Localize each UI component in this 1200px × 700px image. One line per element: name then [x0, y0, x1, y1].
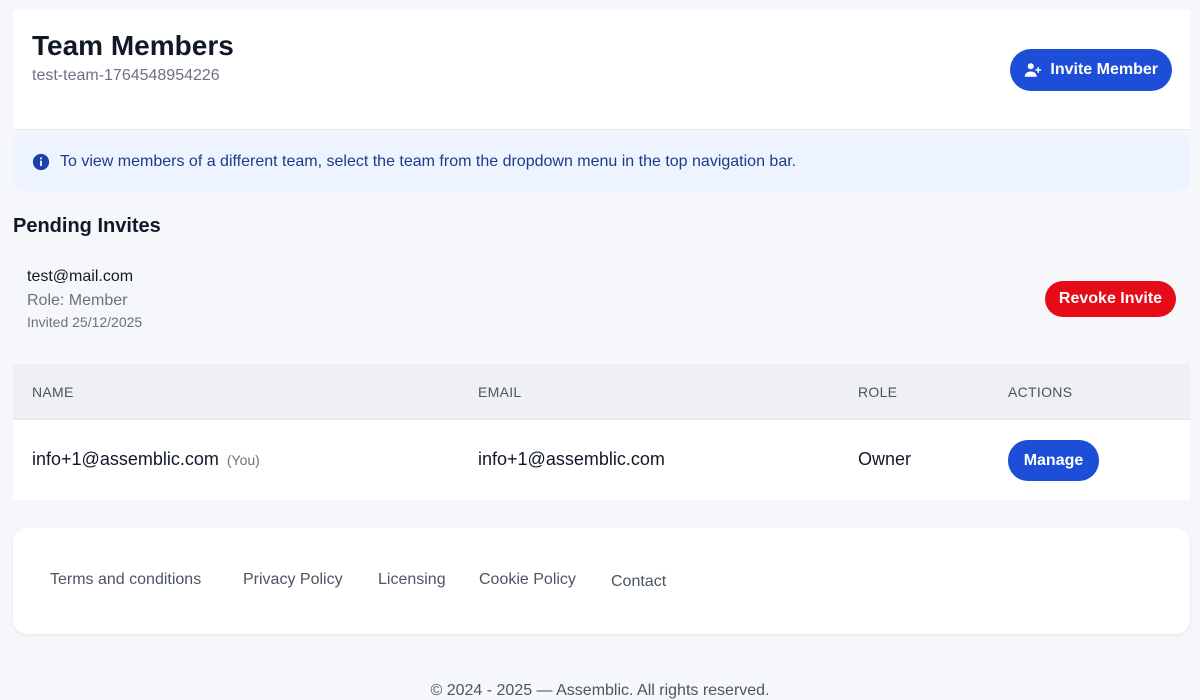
page-header: Team Members test-team-1764548954226 Inv… — [13, 10, 1190, 130]
privacy-policy-link[interactable]: Privacy Policy — [243, 571, 343, 589]
copyright-text: © 2024 - 2025 — Assemblic. All rights re… — [430, 682, 770, 699]
user-plus-icon — [1025, 63, 1042, 77]
pending-invites-heading: Pending Invites — [13, 215, 161, 237]
revoke-invite-button[interactable]: Revoke Invite — [1045, 281, 1176, 317]
info-banner: To view members of a different team, sel… — [13, 133, 1190, 191]
members-table: NAME EMAIL ROLE ACTIONS info+1@assemblic… — [13, 364, 1190, 500]
info-icon — [32, 153, 50, 171]
manage-button[interactable]: Manage — [1008, 440, 1099, 481]
column-header-actions: ACTIONS — [1008, 384, 1073, 400]
table-header: NAME EMAIL ROLE ACTIONS — [13, 364, 1190, 420]
table-row: info+1@assemblic.com (You) info+1@assemb… — [13, 420, 1190, 500]
invite-role: Role: Member — [27, 292, 128, 309]
cookie-policy-link[interactable]: Cookie Policy — [479, 571, 576, 589]
column-header-email: EMAIL — [478, 384, 522, 400]
info-text: To view members of a different team, sel… — [60, 153, 797, 170]
member-name: info+1@assemblic.com — [32, 449, 219, 469]
member-email: info+1@assemblic.com — [478, 449, 665, 469]
you-tag: (You) — [226, 452, 260, 468]
footer-links-card: Terms and conditions Privacy Policy Lice… — [13, 528, 1190, 634]
invite-member-button[interactable]: Invite Member — [1010, 49, 1172, 91]
contact-link[interactable]: Contact — [611, 573, 666, 591]
invite-date: Invited 25/12/2025 — [27, 314, 143, 330]
team-name: test-team-1764548954226 — [32, 67, 220, 84]
member-role: Owner — [858, 449, 912, 469]
terms-link[interactable]: Terms and conditions — [50, 571, 201, 589]
licensing-link[interactable]: Licensing — [378, 571, 446, 589]
invite-email: test@mail.com — [27, 268, 134, 285]
column-header-role: ROLE — [858, 384, 898, 400]
member-name-cell: info+1@assemblic.com (You) — [32, 449, 260, 470]
page-title: Team Members — [32, 30, 234, 61]
column-header-name: NAME — [32, 384, 74, 400]
invite-member-label: Invite Member — [1050, 61, 1158, 78]
